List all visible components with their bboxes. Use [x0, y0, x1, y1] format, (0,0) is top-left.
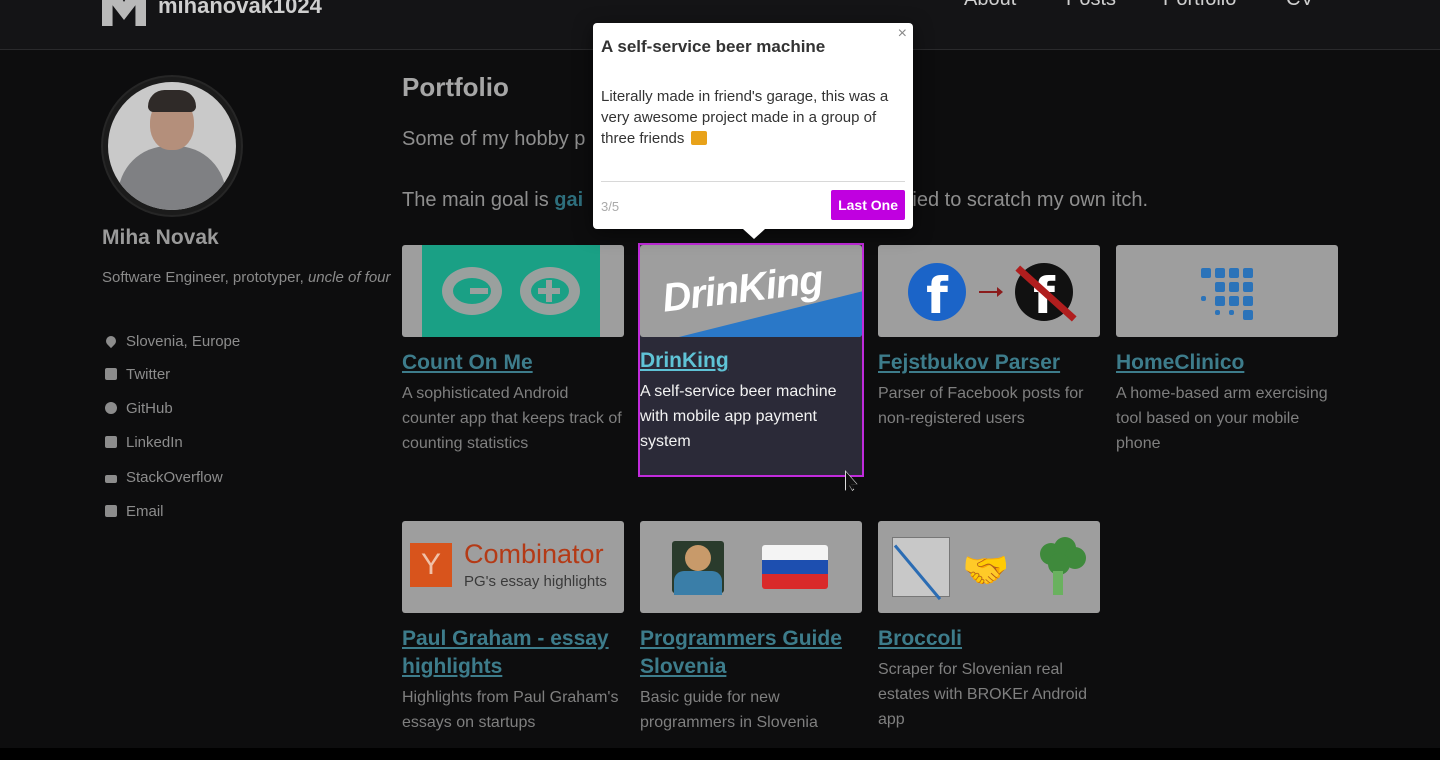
project-desc: Highlights from Paul Graham's essays on … — [402, 689, 619, 731]
project-desc: Scraper for Slovenian real estates with … — [878, 661, 1087, 728]
handshake-icon: 🤝 — [962, 550, 1010, 592]
project-desc: A sophisticated Android counter app that… — [402, 385, 622, 452]
project-desc: Basic guide for new programmers in Slove… — [640, 689, 818, 731]
stackoverflow-label: StackOverflow — [126, 468, 223, 486]
intro-text-2b: tried to scratch my own itch. — [900, 189, 1149, 211]
popover-body-text: Literally made in friend's garage, this … — [601, 88, 889, 147]
linkedin-link[interactable]: LinkedIn — [104, 432, 183, 452]
nav-item-cv[interactable]: CV — [1286, 0, 1314, 11]
fejstbukov-thumbnail: f f — [878, 245, 1100, 337]
window-bottom-edge — [0, 748, 1440, 760]
page-title: Portfolio — [402, 72, 509, 102]
close-icon[interactable]: × — [898, 25, 907, 43]
project-title[interactable]: Count On Me — [402, 349, 624, 377]
popover-title: A self-service beer machine — [601, 37, 826, 56]
count-on-me-thumbnail — [402, 245, 624, 337]
project-card-drinking[interactable]: DrinKing DrinKing A self-service beer ma… — [638, 243, 864, 477]
popover-divider — [601, 181, 905, 182]
profile-name: Miha Novak — [102, 226, 219, 249]
twitter-icon — [104, 367, 118, 381]
slovenia-flag-icon — [762, 545, 828, 589]
intro-highlight-link[interactable]: gai — [554, 189, 583, 211]
email-icon — [104, 504, 118, 518]
nav-item-portfolio[interactable]: Portfolio — [1163, 0, 1236, 11]
avatar-photo — [108, 82, 236, 210]
project-card-homeclinico[interactable]: HomeClinico A home-based arm exercising … — [1116, 245, 1338, 456]
email-link[interactable]: Email — [104, 501, 164, 521]
nav-item-posts[interactable]: Posts — [1066, 0, 1116, 11]
github-link[interactable]: GitHub — [104, 398, 173, 418]
brand-name: mihanovak1024 — [158, 0, 322, 18]
broccoli-thumbnail: 🤝 — [878, 521, 1100, 613]
location-pin-icon — [103, 333, 119, 349]
project-title[interactable]: Fejstbukov Parser — [878, 349, 1100, 377]
tour-popover: A self-service beer machine × Literally … — [593, 23, 913, 239]
yc-logo-text: Combinator — [464, 539, 604, 569]
nav-item-about[interactable]: About — [964, 0, 1016, 11]
linkedin-label: LinkedIn — [126, 433, 183, 451]
yc-subtitle-text: PG's essay highlights — [464, 573, 607, 590]
project-title[interactable]: Paul Graham - essay highlights — [402, 625, 624, 681]
location-label: Slovenia, Europe — [126, 332, 241, 350]
last-one-button[interactable]: Last One — [831, 190, 905, 220]
popover-progress: 3/5 — [601, 199, 620, 214]
bio-italic-text: uncle of four — [307, 269, 391, 286]
stackoverflow-link[interactable]: StackOverflow — [104, 467, 223, 487]
github-icon — [104, 401, 118, 415]
homeclinico-thumbnail — [1116, 245, 1338, 337]
project-card-programmers-guide[interactable]: Programmers Guide Slovenia Basic guide f… — [640, 521, 862, 735]
project-card-broccoli[interactable]: 🤝 Broccoli Scraper for Slovenian real es… — [878, 521, 1100, 732]
twitter-link[interactable]: Twitter — [104, 364, 170, 384]
facebook-icon: f — [908, 263, 966, 325]
programmers-guide-thumbnail — [640, 521, 862, 613]
project-desc: A home-based arm exercising tool based o… — [1116, 385, 1328, 452]
intro-text-1: Some of my hobby p — [402, 128, 586, 150]
drinking-thumbnail: DrinKing — [640, 245, 862, 337]
project-desc: Parser of Facebook posts for non-registe… — [878, 385, 1084, 427]
project-desc: A self-service beer machine with mobile … — [640, 383, 837, 450]
bio-text: Software Engineer, prototyper, — [102, 269, 308, 286]
github-label: GitHub — [126, 399, 173, 417]
project-card-paul-graham[interactable]: Y Combinator PG's essay highlights Paul … — [402, 521, 624, 735]
popover-body: Literally made in friend's garage, this … — [601, 86, 905, 149]
brand-link[interactable]: mihanovak1024 — [102, 0, 322, 26]
linkedin-icon — [104, 435, 118, 449]
stackoverflow-icon — [104, 470, 118, 484]
location-item: Slovenia, Europe — [103, 331, 241, 351]
yc-logo-icon: Y — [410, 543, 452, 587]
email-label: Email — [126, 502, 164, 520]
intro-text-2a: The main goal is — [402, 189, 555, 211]
profile-bio: Software Engineer, prototyper, uncle of … — [102, 266, 392, 289]
beer-icon — [690, 131, 707, 145]
project-title[interactable]: Broccoli — [878, 625, 1100, 653]
paul-graham-thumbnail: Y Combinator PG's essay highlights — [402, 521, 624, 613]
project-card-fejstbukov[interactable]: f f Fejstbukov Parser Parser of Facebook… — [878, 245, 1100, 431]
avatar — [103, 77, 241, 215]
chart-decreasing-icon — [892, 537, 950, 597]
project-title[interactable]: HomeClinico — [1116, 349, 1338, 377]
twitter-label: Twitter — [126, 365, 171, 383]
project-title[interactable]: Programmers Guide Slovenia — [640, 625, 862, 681]
project-card-count-on-me[interactable]: Count On Me A sophisticated Android coun… — [402, 245, 624, 456]
project-title[interactable]: DrinKing — [640, 347, 862, 375]
brand-logo-icon — [102, 0, 146, 26]
